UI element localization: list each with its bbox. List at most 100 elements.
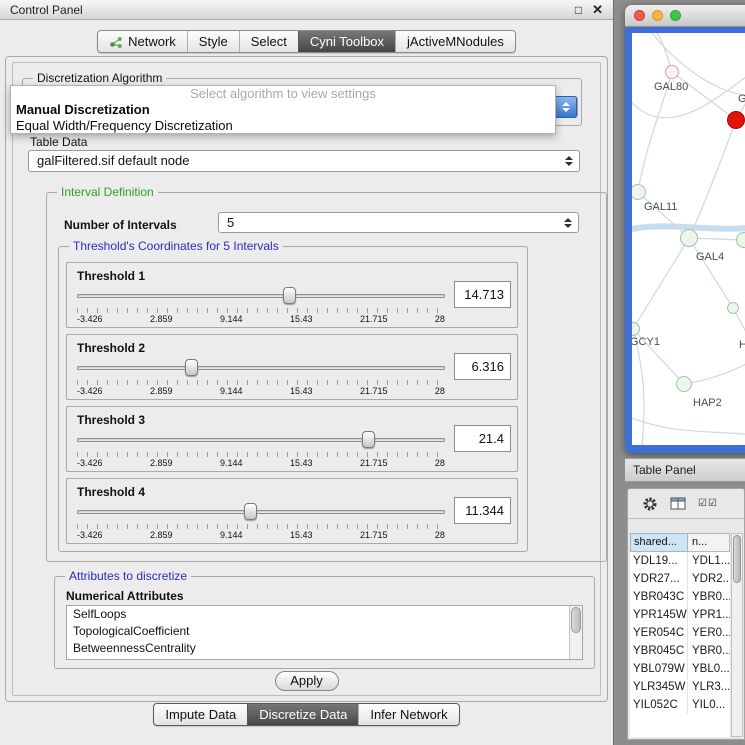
table-panel-header[interactable]: Table Panel: [625, 458, 745, 482]
close-traffic-light-icon[interactable]: [634, 10, 645, 21]
control-panel-titlebar[interactable]: Control Panel □ ✕: [0, 0, 613, 20]
tab-label: Style: [199, 34, 228, 49]
threshold-1-value[interactable]: 14.713: [454, 281, 511, 308]
dropdown-option-manual-discretization[interactable]: Manual Discretization: [11, 102, 555, 118]
table-row[interactable]: YLR345W YLR3...: [630, 678, 730, 696]
cell[interactable]: YBL0...: [688, 660, 730, 678]
cell[interactable]: YLR3...: [688, 678, 730, 696]
table-row[interactable]: YBR043C YBR0...: [630, 588, 730, 606]
scale-label: 9.144: [220, 314, 243, 324]
table-row[interactable]: YER054C YER0...: [630, 624, 730, 642]
cell[interactable]: YBR0...: [688, 642, 730, 660]
threshold-1-slider[interactable]: -3.426 2.859 9.144 15.43 21.715 28: [77, 285, 445, 325]
network-node[interactable]: [665, 65, 679, 79]
table-row[interactable]: YPR145W YPR1...: [630, 606, 730, 624]
tab-impute-data[interactable]: Impute Data: [154, 704, 247, 725]
close-window-icon[interactable]: ✕: [592, 2, 603, 18]
node-table: shared... n... YDL19... YDL1... YDR27...…: [630, 533, 730, 737]
cell[interactable]: YDR27...: [630, 570, 688, 588]
scale-label: 28: [435, 314, 445, 324]
cell[interactable]: YBL079W: [630, 660, 688, 678]
threshold-2-slider[interactable]: -3.426 2.859 9.144 15.43 21.715 28: [77, 357, 445, 397]
network-node[interactable]: [680, 229, 698, 247]
network-node-label: GAL80: [654, 81, 688, 93]
number-of-intervals-combobox[interactable]: 5: [218, 212, 579, 233]
tab-style[interactable]: Style: [187, 31, 239, 52]
table-row[interactable]: YDL19... YDL1...: [630, 552, 730, 570]
slider-ticks: [77, 524, 445, 529]
list-item[interactable]: SelfLoops: [67, 606, 582, 623]
slider-track[interactable]: [77, 438, 445, 442]
threshold-3-slider[interactable]: -3.426 2.859 9.144 15.43 21.715 28: [77, 429, 445, 469]
network-window-titlebar[interactable]: [625, 5, 745, 27]
select-all-columns-icon[interactable]: ☑☑: [698, 498, 718, 509]
slider-thumb[interactable]: [244, 503, 257, 520]
list-item[interactable]: BetweennessCentrality: [67, 640, 582, 657]
gear-icon[interactable]: [642, 496, 658, 512]
minimize-traffic-light-icon[interactable]: [652, 10, 663, 21]
table-row[interactable]: YDR27... YDR2...: [630, 570, 730, 588]
cell[interactable]: YBR0...: [688, 588, 730, 606]
cell[interactable]: YIL0...: [688, 696, 730, 714]
slider-scale: -3.426 2.859 9.144 15.43 21.715 28: [77, 386, 445, 396]
threshold-4-value[interactable]: 11.344: [454, 497, 511, 524]
slider-thumb[interactable]: [185, 359, 198, 376]
network-node[interactable]: [727, 302, 739, 314]
network-node[interactable]: [676, 376, 692, 392]
cell[interactable]: YBR045C: [630, 642, 688, 660]
cell[interactable]: YIL052C: [630, 696, 688, 714]
cell[interactable]: YBR043C: [630, 588, 688, 606]
threshold-label: Threshold 4: [77, 485, 145, 499]
tab-network[interactable]: Network: [98, 31, 187, 52]
slider-track[interactable]: [77, 510, 445, 514]
cell[interactable]: YER054C: [630, 624, 688, 642]
cell[interactable]: YLR345W: [630, 678, 688, 696]
combo-value: 5: [227, 213, 234, 233]
scrollbar-thumb[interactable]: [571, 607, 581, 633]
tab-select[interactable]: Select: [239, 31, 298, 52]
numerical-attributes-list[interactable]: SelfLoops TopologicalCoefficient Between…: [66, 605, 583, 660]
slider-track[interactable]: [77, 366, 445, 370]
tab-infer-network[interactable]: Infer Network: [358, 704, 458, 725]
slider-thumb[interactable]: [283, 287, 296, 304]
network-node[interactable]: [727, 111, 745, 129]
dropdown-option-equal-width-frequency[interactable]: Equal Width/Frequency Discretization: [11, 118, 555, 134]
table-row[interactable]: YIL052C YIL0...: [630, 696, 730, 714]
table-row[interactable]: YBL079W YBL0...: [630, 660, 730, 678]
combo-stepper-icon[interactable]: [562, 213, 574, 232]
bottom-tabbar: Impute Data Discretize Data Infer Networ…: [0, 703, 613, 726]
cell[interactable]: YDL19...: [630, 552, 688, 570]
float-window-icon[interactable]: □: [575, 3, 582, 17]
scrollbar-thumb[interactable]: [733, 535, 741, 583]
cell[interactable]: YDL1...: [688, 552, 730, 570]
column-header-name[interactable]: n...: [688, 533, 730, 552]
list-item[interactable]: TopologicalCoefficient: [67, 623, 582, 640]
threshold-2-value[interactable]: 6.316: [454, 353, 511, 380]
network-node[interactable]: [736, 232, 745, 248]
slider-track[interactable]: [77, 294, 445, 298]
zoom-traffic-light-icon[interactable]: [670, 10, 681, 21]
slider-thumb[interactable]: [362, 431, 375, 448]
list-scrollbar[interactable]: [569, 606, 582, 659]
tab-discretize-data[interactable]: Discretize Data: [247, 704, 358, 725]
cell[interactable]: YPR145W: [630, 606, 688, 624]
table-scrollbar[interactable]: [731, 533, 743, 737]
tab-cyni-toolbox[interactable]: Cyni Toolbox: [298, 31, 395, 52]
threshold-4-slider[interactable]: -3.426 2.859 9.144 15.43 21.715 28: [77, 501, 445, 541]
column-header-shared-name[interactable]: shared...: [630, 533, 688, 552]
cell[interactable]: YPR1...: [688, 606, 730, 624]
threshold-3-value[interactable]: 21.4: [454, 425, 511, 452]
table-data-combobox[interactable]: galFiltered.sif default node: [28, 150, 580, 172]
top-tab-group: Network Style Select Cyni Toolbox jActiv…: [97, 30, 516, 53]
combo-stepper-icon[interactable]: [555, 96, 577, 118]
tab-jactivemodules[interactable]: jActiveMNodules: [395, 31, 515, 52]
cell[interactable]: YDR2...: [688, 570, 730, 588]
scale-label: 28: [435, 386, 445, 396]
table-row[interactable]: YBR045C YBR0...: [630, 642, 730, 660]
apply-button[interactable]: Apply: [275, 671, 339, 691]
table-columns-icon[interactable]: [670, 497, 686, 510]
network-node-label: GAL4: [696, 251, 724, 263]
combo-stepper-icon[interactable]: [563, 151, 575, 171]
network-canvas[interactable]: GAL80GAGAL11GAL4GCY1HHAP2: [632, 33, 745, 445]
cell[interactable]: YER0...: [688, 624, 730, 642]
